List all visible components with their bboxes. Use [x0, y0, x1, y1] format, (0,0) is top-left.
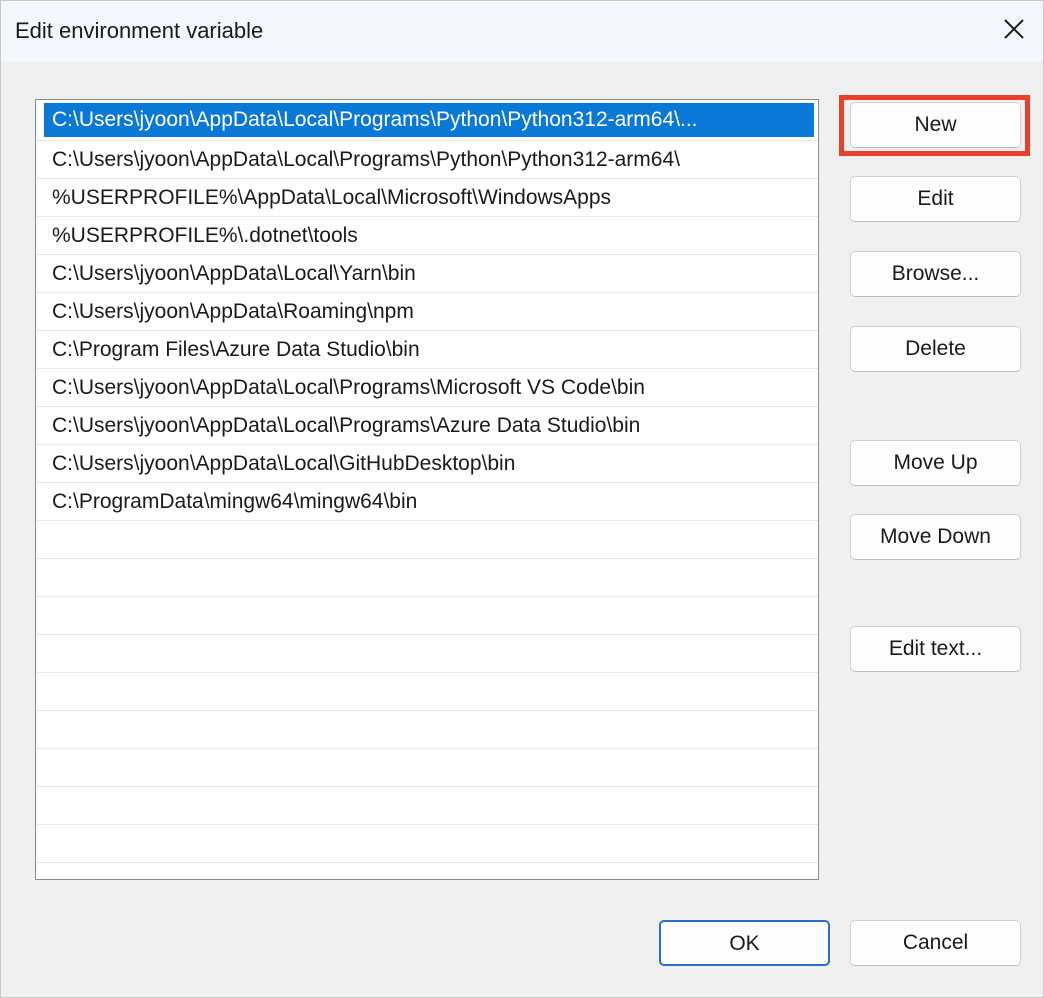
- list-item[interactable]: C:\Users\jyoon\AppData\Local\GitHubDeskt…: [36, 445, 818, 483]
- list-item-wrap: C:\Users\jyoon\AppData\Local\Programs\Py…: [36, 100, 818, 141]
- move-up-button[interactable]: Move Up: [850, 440, 1021, 486]
- list-item[interactable]: C:\ProgramData\mingw64\mingw64\bin: [36, 483, 818, 521]
- list-item[interactable]: C:\Users\jyoon\AppData\Local\Programs\Az…: [36, 407, 818, 445]
- list-item[interactable]: C:\Users\jyoon\AppData\Local\Programs\Py…: [36, 141, 818, 179]
- title-bar: Edit environment variable: [1, 1, 1043, 61]
- browse-button[interactable]: Browse...: [850, 251, 1021, 297]
- empty-row: [36, 787, 818, 825]
- move-down-button[interactable]: Move Down: [850, 514, 1021, 560]
- close-button[interactable]: [991, 7, 1037, 51]
- empty-row: [36, 825, 818, 863]
- empty-row: [36, 749, 818, 787]
- empty-row: [36, 597, 818, 635]
- empty-row: [36, 521, 818, 559]
- path-list[interactable]: C:\Users\jyoon\AppData\Local\Programs\Py…: [35, 99, 819, 880]
- edit-environment-variable-dialog: Edit environment variable C:\Users\jyoon…: [0, 0, 1044, 998]
- list-item[interactable]: C:\Users\jyoon\AppData\Local\Yarn\bin: [36, 255, 818, 293]
- empty-row: [36, 559, 818, 597]
- list-item[interactable]: %USERPROFILE%\.dotnet\tools: [36, 217, 818, 255]
- empty-row: [36, 635, 818, 673]
- edit-text-button[interactable]: Edit text...: [850, 626, 1021, 672]
- cancel-button[interactable]: Cancel: [850, 920, 1021, 966]
- new-button[interactable]: New: [850, 102, 1021, 148]
- edit-button[interactable]: Edit: [850, 176, 1021, 222]
- list-item[interactable]: C:\Users\jyoon\AppData\Local\Programs\Py…: [44, 103, 814, 137]
- list-item[interactable]: C:\Program Files\Azure Data Studio\bin: [36, 331, 818, 369]
- empty-row: [36, 673, 818, 711]
- ok-button[interactable]: OK: [659, 920, 830, 966]
- delete-button[interactable]: Delete: [850, 326, 1021, 372]
- list-item[interactable]: %USERPROFILE%\AppData\Local\Microsoft\Wi…: [36, 179, 818, 217]
- list-item[interactable]: C:\Users\jyoon\AppData\Roaming\npm: [36, 293, 818, 331]
- close-icon: [1004, 19, 1024, 39]
- list-item[interactable]: C:\Users\jyoon\AppData\Local\Programs\Mi…: [36, 369, 818, 407]
- empty-row: [36, 711, 818, 749]
- dialog-title: Edit environment variable: [15, 18, 264, 43]
